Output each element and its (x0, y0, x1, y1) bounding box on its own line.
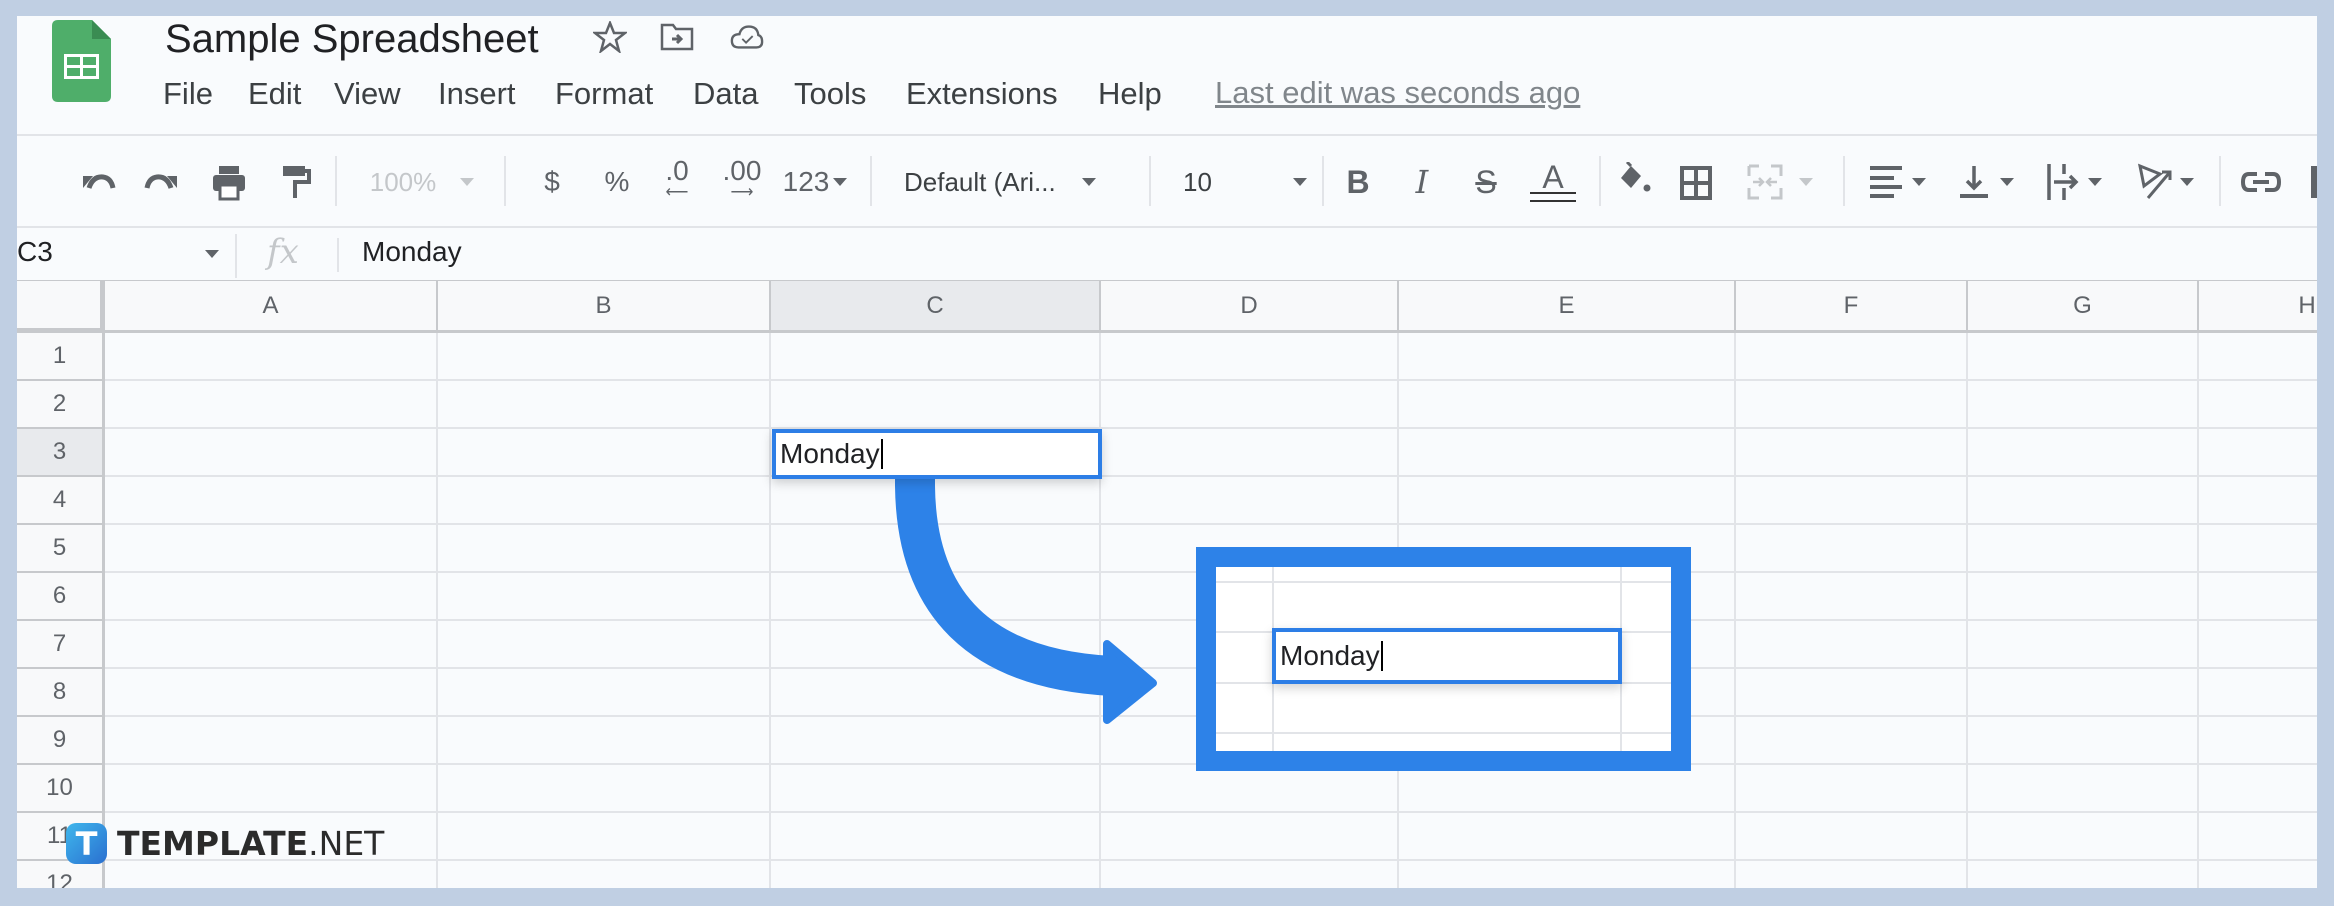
active-cell-value: Monday (780, 438, 880, 469)
text-cursor (880, 439, 883, 469)
text-cursor (1380, 641, 1383, 671)
template-net-watermark: T TEMPLATE.NET (66, 823, 384, 864)
zoom-callout-frame: Monday (1196, 547, 1691, 771)
zoomed-cell-value: Monday (1280, 640, 1380, 671)
gridline (1216, 581, 1671, 583)
spreadsheet-app: Sample Spreadsheet File Edit View Insert… (17, 16, 2317, 888)
template-logo-icon: T (66, 823, 107, 864)
template-brand-text: TEMPLATE.NET (117, 824, 385, 863)
curved-arrow-icon (895, 448, 1157, 724)
active-cell-editor[interactable]: Monday (772, 429, 1102, 479)
zoomed-cell-editor: Monday (1272, 628, 1622, 684)
gridline (1216, 732, 1671, 734)
